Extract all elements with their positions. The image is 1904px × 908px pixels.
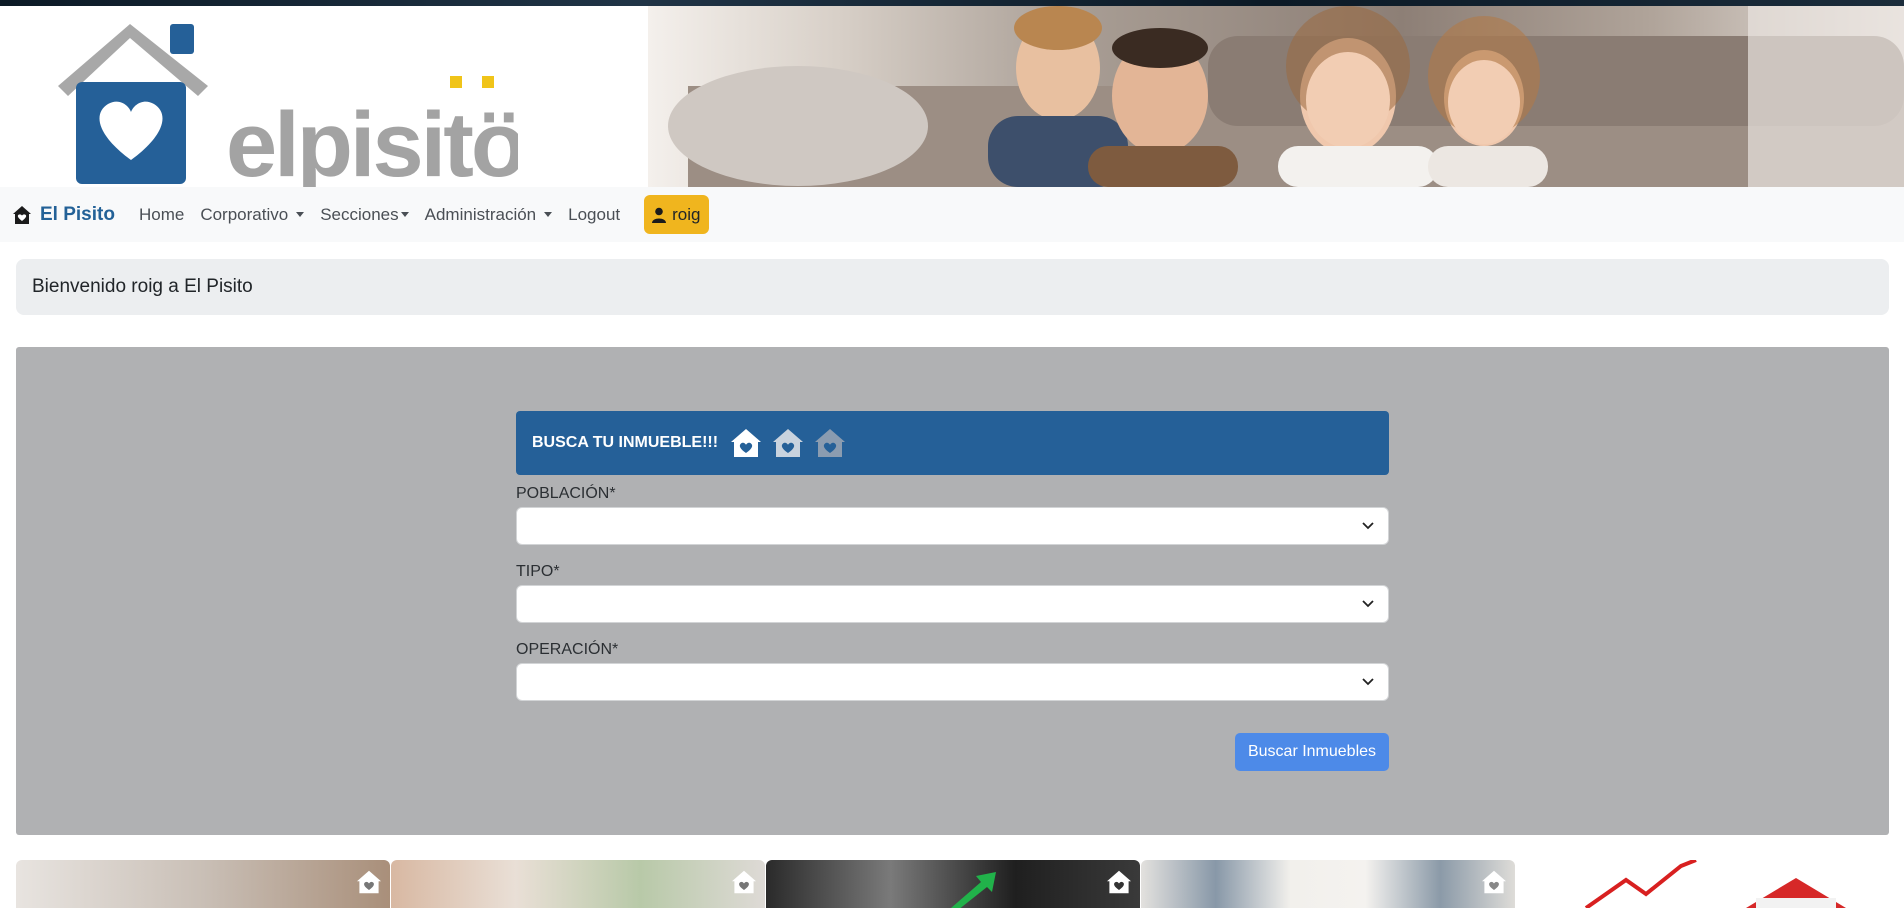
- operacion-label: OPERACIÓN*: [516, 641, 619, 658]
- buscar-inmuebles-button[interactable]: Buscar Inmuebles: [1235, 733, 1389, 771]
- operacion-select[interactable]: [516, 663, 1389, 701]
- search-panel: BUSCA TU INMUEBLE!!! POBLACIÓN* TIPO* OP…: [16, 347, 1889, 835]
- house-heart-icon: [13, 205, 31, 224]
- property-tile[interactable]: [766, 860, 1140, 908]
- user-button[interactable]: roig: [644, 195, 709, 234]
- caret-down-icon: [544, 212, 553, 217]
- svg-text:elpisitö: elpisitö: [226, 94, 518, 187]
- brand-name: El Pisito: [40, 203, 115, 225]
- family-photo: [648, 6, 1904, 187]
- nav-corporativo-dropdown[interactable]: Corporativo: [200, 204, 305, 225]
- house-heart-icon: [732, 870, 756, 894]
- chevron-down-icon: [1362, 600, 1374, 608]
- property-tile[interactable]: [1141, 860, 1515, 908]
- nav-administracion-label: Administración: [424, 204, 537, 224]
- poblacion-label: POBLACIÓN*: [516, 485, 616, 502]
- caret-down-icon: [400, 212, 409, 217]
- nav-home-label: Home: [138, 204, 185, 224]
- elpisito-logo: elpisitö: [58, 24, 518, 187]
- nav-secciones-dropdown[interactable]: Secciones: [320, 204, 409, 225]
- house-heart-icon: [357, 870, 381, 894]
- property-tile[interactable]: [391, 860, 765, 908]
- house-heart-icon: [731, 429, 762, 457]
- person-icon: [652, 207, 667, 223]
- chevron-down-icon: [1362, 522, 1374, 530]
- nav-home[interactable]: Home: [139, 205, 184, 225]
- property-tile[interactable]: [16, 860, 390, 908]
- nav-logout[interactable]: Logout: [568, 205, 620, 225]
- welcome-text: Bienvenido roig a El Pisito: [32, 276, 253, 297]
- nav-corporativo-label: Corporativo: [200, 204, 289, 224]
- house-heart-icon: [773, 429, 804, 457]
- tipo-select[interactable]: [516, 585, 1389, 623]
- tipo-label: TIPO*: [516, 563, 560, 580]
- nav-administracion-dropdown[interactable]: Administración: [425, 205, 553, 225]
- house-heart-icon: [815, 429, 846, 457]
- property-tile[interactable]: [1516, 860, 1904, 908]
- brand-link[interactable]: El Pisito: [12, 204, 115, 226]
- house-heart-icon: [1107, 870, 1131, 894]
- user-name: roig: [672, 204, 701, 224]
- header-banner: elpisitö: [0, 6, 1904, 187]
- house-heart-icon: [1482, 870, 1506, 894]
- chevron-down-icon: [1362, 678, 1374, 686]
- welcome-banner: Bienvenido roig a El Pisito: [16, 259, 1889, 315]
- nav-secciones-label: Secciones: [320, 204, 399, 224]
- search-header: BUSCA TU INMUEBLE!!!: [516, 411, 1389, 475]
- search-title: BUSCA TU INMUEBLE!!!: [532, 434, 719, 451]
- nav-logout-label: Logout: [568, 204, 621, 224]
- arrow-up-icon: [951, 872, 996, 908]
- poblacion-select[interactable]: [516, 507, 1389, 545]
- caret-down-icon: [296, 212, 305, 217]
- growth-chart-graphic: [1584, 860, 1846, 908]
- main-navbar: El Pisito Home Corporativo Secciones Adm…: [0, 187, 1904, 242]
